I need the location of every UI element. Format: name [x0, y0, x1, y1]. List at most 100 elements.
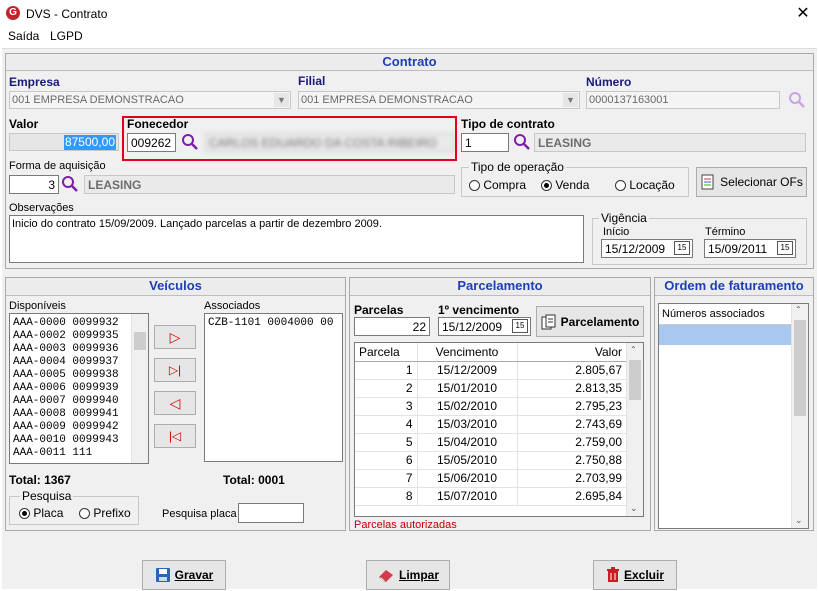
numero-label: Número — [586, 75, 632, 89]
cell-valor: 2.750,88 — [517, 451, 626, 470]
radio-placa-indicator[interactable] — [19, 508, 30, 520]
cell-vencimento: 15/05/2010 — [417, 451, 518, 470]
move-left-button[interactable]: ◁ — [154, 391, 196, 415]
gravar-button[interactable]: Gravar — [142, 560, 226, 590]
termino-label: Término — [705, 226, 746, 238]
radio-compra[interactable]: Compra — [469, 178, 526, 192]
radio-placa[interactable]: Placa — [19, 506, 63, 520]
table-row[interactable]: 2 15/01/2010 2.813,35 — [355, 379, 626, 398]
chevron-down-icon[interactable]: ▼ — [563, 93, 578, 107]
table-row[interactable]: 4 15/03/2010 2.743,69 — [355, 415, 626, 434]
radio-venda-indicator[interactable] — [541, 180, 552, 192]
cell-valor: 2.805,67 — [517, 361, 626, 380]
total-disponiveis: Total: 1367 — [9, 473, 71, 487]
radio-locacao[interactable]: Locação — [615, 178, 675, 192]
search-icon[interactable] — [513, 133, 531, 151]
list-item[interactable]: AAA-0011 111 — [13, 447, 128, 460]
radio-compra-indicator[interactable] — [469, 180, 480, 192]
menu-saida[interactable]: Saída — [8, 29, 39, 43]
forma-label: Forma de aquisição — [9, 160, 106, 172]
menu-lgpd[interactable]: LGPD — [50, 29, 83, 43]
parcelamento-button[interactable]: Parcelamento — [536, 306, 644, 337]
cell-vencimento: 15/12/2009 — [417, 361, 518, 380]
list-item[interactable]: AAA-0004 0099937 — [13, 356, 128, 369]
column-header-valor[interactable]: Valor — [517, 343, 626, 362]
observacoes-textarea[interactable]: Inicio do contrato 15/09/2009. Lançado p… — [9, 215, 584, 263]
chevron-up-icon[interactable]: ⌃ — [630, 345, 637, 354]
app-logo-icon: G — [6, 6, 20, 20]
scrollbar[interactable]: ⌃ ⌄ — [626, 343, 643, 516]
scrollbar[interactable]: ⌃ ⌄ — [791, 304, 808, 528]
calendar-icon[interactable]: 15 — [777, 241, 793, 255]
forma-name-field: LEASING — [84, 175, 455, 194]
disponiveis-list[interactable]: AAA-0000 0099932 AAA-0002 0099935 AAA-0003… — [9, 313, 149, 464]
column-header-numeros[interactable]: Números associados — [659, 304, 791, 325]
list-item[interactable]: AAA-0006 0099939 — [13, 382, 128, 395]
list-item[interactable]: AAA-0010 0099943 — [13, 434, 128, 447]
table-row[interactable]: 3 15/02/2010 2.795,23 — [355, 397, 626, 416]
valor-field[interactable]: 87500,00 — [9, 133, 119, 151]
tipo-contrato-code-input[interactable]: 1 — [461, 133, 509, 152]
cell-parcela: 3 — [355, 397, 418, 416]
forma-code-input[interactable]: 3 — [9, 175, 59, 194]
parcelas-table[interactable]: Parcela Vencimento Valor 1 15/12/2009 2.80… — [354, 342, 644, 517]
calendar-icon[interactable]: 15 — [512, 319, 528, 333]
table-row[interactable]: 7 15/06/2010 2.703,99 — [355, 469, 626, 488]
list-item[interactable]: AAA-0002 0099935 — [13, 330, 128, 343]
cell-vencimento: 15/06/2010 — [417, 469, 518, 488]
disponiveis-label: Disponíveis — [9, 300, 66, 312]
total-associados: Total: 0001 — [223, 473, 285, 487]
chevron-up-icon[interactable]: ⌃ — [795, 305, 802, 314]
list-item[interactable]: AAA-0009 0099942 — [13, 421, 128, 434]
cell-vencimento: 15/07/2010 — [417, 487, 518, 506]
list-item[interactable]: AAA-0005 0099938 — [13, 369, 128, 382]
vigencia-label: Vigência — [599, 211, 649, 225]
vencimento-label: 1º vencimento — [438, 303, 520, 317]
search-icon[interactable] — [788, 91, 806, 109]
limpar-button[interactable]: Limpar — [366, 560, 450, 590]
radio-prefixo-indicator[interactable] — [79, 508, 90, 520]
list-item[interactable]: AAA-0008 0099941 — [13, 408, 128, 421]
chevron-down-icon[interactable]: ▼ — [274, 93, 289, 107]
column-header-parcela[interactable]: Parcela — [355, 343, 418, 362]
chevron-down-icon[interactable]: ⌄ — [630, 503, 638, 514]
trash-icon — [606, 567, 619, 582]
pesquisa-placa-input[interactable] — [238, 503, 304, 523]
tipo-contrato-name-field: LEASING — [534, 133, 806, 152]
table-row[interactable]: 5 15/04/2010 2.759,00 — [355, 433, 626, 452]
highlight-box — [122, 116, 457, 161]
list-item[interactable]: AAA-0000 0099932 — [13, 317, 128, 330]
move-all-right-button[interactable]: ▷| — [154, 358, 196, 382]
tipo-operacao-label: Tipo de operação — [469, 160, 566, 174]
calendar-icon[interactable]: 15 — [674, 241, 690, 255]
filial-select[interactable]: 001 EMPRESA DEMONSTRACAO ▼ — [298, 91, 580, 109]
radio-venda[interactable]: Venda — [541, 178, 589, 192]
list-item[interactable]: AAA-0003 0099936 — [13, 343, 128, 356]
parcelas-input[interactable]: 22 — [354, 317, 430, 336]
scrollbar[interactable] — [131, 314, 148, 463]
numero-field[interactable]: 0000137163001 — [586, 91, 780, 109]
cell-vencimento: 15/03/2010 — [417, 415, 518, 434]
radio-locacao-indicator[interactable] — [615, 180, 626, 192]
table-row[interactable]: 1 15/12/2009 2.805,67 — [355, 361, 626, 380]
associados-list[interactable]: CZB-1101 0004000 00 — [204, 313, 343, 462]
selecionar-ofs-button[interactable]: Selecionar OFs — [696, 167, 807, 197]
cell-vencimento: 15/02/2010 — [417, 397, 518, 416]
close-icon[interactable]: ✕ — [793, 4, 813, 24]
column-header-vencimento[interactable]: Vencimento — [417, 343, 518, 362]
list-item[interactable]: AAA-0007 0099940 — [13, 395, 128, 408]
selected-row[interactable] — [659, 325, 791, 345]
move-right-button[interactable]: ▷ — [154, 325, 196, 349]
cell-valor: 2.743,69 — [517, 415, 626, 434]
move-all-left-button[interactable]: |◁ — [154, 424, 196, 448]
ordem-list[interactable]: Números associados ⌃ ⌄ — [658, 303, 809, 529]
tipo-contrato-label: Tipo de contrato — [461, 117, 555, 131]
empresa-select[interactable]: 001 EMPRESA DEMONSTRACAO ▼ — [9, 91, 291, 109]
list-item[interactable]: CZB-1101 0004000 00 — [208, 317, 333, 330]
chevron-down-icon[interactable]: ⌄ — [795, 515, 803, 526]
search-icon[interactable] — [61, 175, 79, 193]
table-row[interactable]: 6 15/05/2010 2.750,88 — [355, 451, 626, 470]
excluir-button[interactable]: Excluir — [593, 560, 677, 590]
radio-prefixo[interactable]: Prefixo — [79, 506, 131, 520]
table-row[interactable]: 8 15/07/2010 2.695,84 — [355, 487, 626, 506]
